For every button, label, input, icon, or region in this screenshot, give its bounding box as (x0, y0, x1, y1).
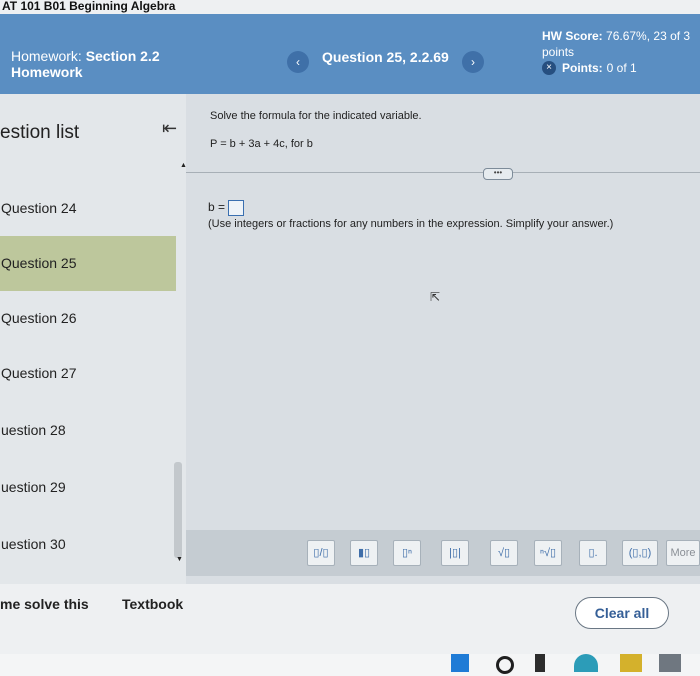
browser-icon[interactable] (574, 654, 598, 672)
points-value: 0 of 1 (606, 61, 637, 75)
question-list-item-30[interactable]: uestion 30 (0, 517, 176, 572)
mixed-number-icon: ▮▯ (357, 547, 371, 559)
answer-row: b = (208, 200, 245, 216)
question-list-sidebar: estion list ⇤ ▲ Question 24 Question 25 … (0, 94, 186, 584)
fraction-button[interactable]: ▯/▯ (307, 540, 335, 566)
next-question-button[interactable]: › (462, 51, 484, 73)
absolute-value-button[interactable]: |▯| (441, 540, 469, 566)
course-title: AT 101 B01 Beginning Algebra (2, 0, 176, 13)
homework-title: Homework: Section 2.2 Homework (11, 48, 160, 80)
question-list-item-25[interactable]: Question 25 (0, 236, 176, 291)
taskbar (0, 654, 700, 676)
homework-subtitle: Homework (11, 64, 83, 80)
collapse-sidebar-icon[interactable]: ⇤ (162, 118, 177, 139)
sidebar-scrollbar-thumb[interactable] (174, 462, 182, 558)
square-root-button[interactable]: √▯ (490, 540, 518, 566)
question-list-item-label: uestion 29 (1, 479, 66, 495)
ordered-pair-icon: (▯,▯) (628, 547, 652, 559)
textbook-link[interactable]: Textbook (122, 596, 183, 612)
scroll-down-arrow-icon[interactable]: ▼ (176, 556, 183, 563)
chevron-right-icon: › (471, 55, 475, 69)
more-options-button[interactable]: ••• (483, 168, 513, 180)
question-list-item-label: Question 26 (1, 310, 77, 326)
mouse-pointer-icon: ⇱ (430, 290, 441, 304)
hw-score-value: 76.67%, 23 of 3 (606, 29, 691, 43)
exponent-icon: ▯ⁿ (401, 547, 413, 559)
homework-score: HW Score: 76.67%, 23 of 3 points × Point… (542, 28, 690, 76)
search-icon[interactable] (496, 656, 514, 674)
question-list-title: estion list (0, 122, 80, 143)
ordered-pair-button[interactable]: (▯,▯) (622, 540, 658, 566)
folder-icon[interactable] (620, 654, 642, 672)
hw-score-label: HW Score: (542, 29, 603, 43)
homework-section: Section 2.2 (85, 48, 160, 64)
answer-instruction: (Use integers or fractions for any numbe… (208, 218, 614, 230)
homework-label: Homework: (11, 48, 82, 64)
question-divider (186, 172, 700, 173)
points-status-x-icon: × (542, 61, 556, 75)
homework-header: Homework: Section 2.2 Homework ‹ Questio… (0, 14, 700, 98)
previous-question-button[interactable]: ‹ (287, 51, 309, 73)
question-prompt: Solve the formula for the indicated vari… (210, 110, 422, 122)
more-tools-button[interactable]: More (666, 540, 700, 566)
absolute-value-icon: |▯| (449, 547, 461, 559)
points-label: Points: (562, 61, 603, 75)
clear-all-button[interactable]: Clear all (575, 597, 669, 629)
question-list-item-label: Question 24 (1, 200, 77, 216)
chevron-left-icon: ‹ (296, 55, 300, 69)
fraction-icon: ▯/▯ (313, 547, 329, 559)
question-list-item-24[interactable]: Question 24 (0, 181, 176, 236)
question-list-item-28[interactable]: uestion 28 (0, 403, 176, 458)
question-list-item-label: uestion 30 (1, 536, 66, 552)
task-view-icon[interactable] (535, 654, 545, 672)
current-question-title: Question 25, 2.2.69 (322, 49, 449, 65)
question-list-item-27[interactable]: Question 27 (0, 346, 176, 401)
math-input-toolbar: ▯/▯ ▮▯ ▯ⁿ |▯| √▯ ⁿ√▯ ▯. (▯,▯) More (186, 530, 700, 576)
app-icon[interactable] (659, 654, 681, 672)
question-list-item-label: Question 27 (1, 365, 77, 381)
windows-icon[interactable] (451, 654, 469, 672)
answer-input-box[interactable] (228, 200, 245, 216)
question-list-item-29[interactable]: uestion 29 (0, 460, 176, 515)
nth-root-button[interactable]: ⁿ√▯ (534, 540, 562, 566)
answer-prefix: b = (208, 200, 226, 215)
question-list-item-26[interactable]: Question 26 (0, 291, 176, 346)
question-footer: me solve this Textbook Clear all (0, 584, 700, 676)
mixed-number-button[interactable]: ▮▯ (350, 540, 378, 566)
more-tools-label: More (670, 547, 696, 559)
formula: P = b + 3a + 4c, for b (210, 138, 313, 150)
nth-root-icon: ⁿ√▯ (539, 547, 557, 559)
hw-score-units: points (542, 45, 575, 59)
decimal-icon: ▯. (588, 547, 598, 559)
exponent-button[interactable]: ▯ⁿ (393, 540, 421, 566)
help-me-solve-this-link[interactable]: me solve this (0, 596, 89, 612)
question-list-item-label: uestion 28 (1, 422, 66, 438)
square-root-icon: √▯ (497, 547, 511, 559)
decimal-button[interactable]: ▯. (579, 540, 607, 566)
question-panel: Solve the formula for the indicated vari… (186, 94, 700, 584)
question-list-item-label: Question 25 (1, 255, 77, 271)
